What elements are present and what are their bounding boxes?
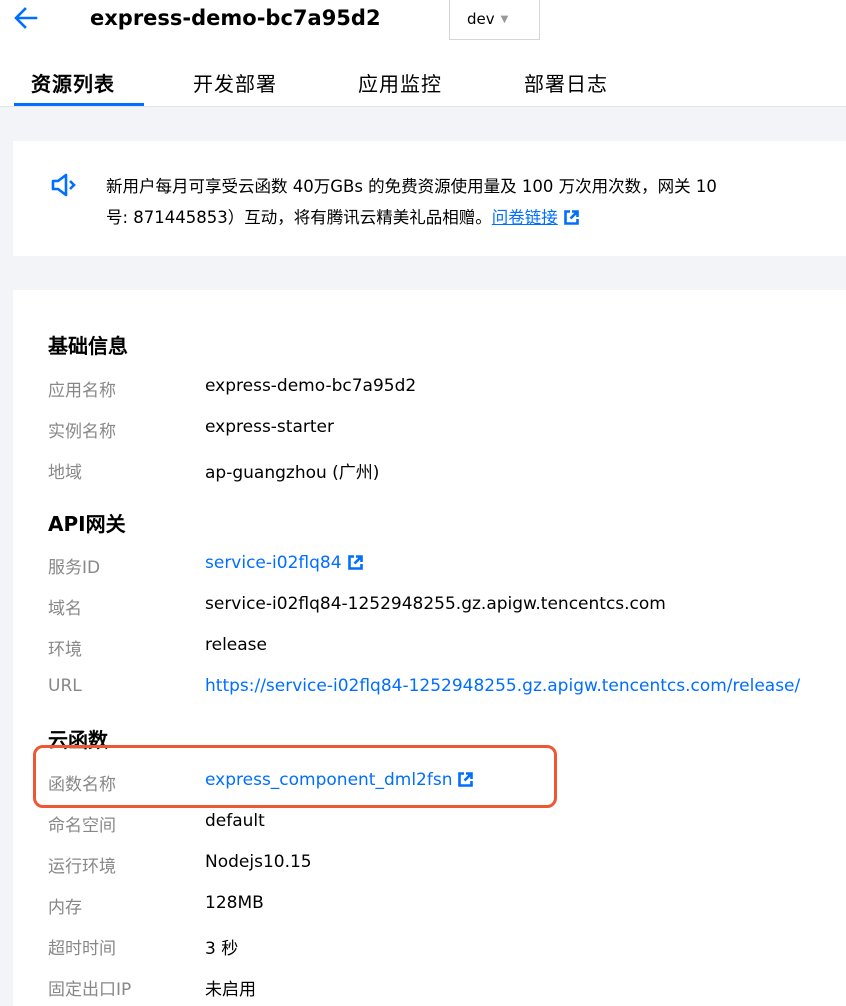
app-title: express-demo-bc7a95d2 bbox=[90, 6, 381, 30]
info-value: 3 秒 bbox=[205, 939, 239, 959]
info-key: 命名空间 bbox=[48, 816, 116, 836]
info-value: ap-guangzhou (广州) bbox=[205, 463, 380, 483]
info-key: 环境 bbox=[48, 640, 82, 660]
caret-down-icon: ▼ bbox=[500, 14, 509, 25]
service-id-link[interactable]: service-i02flq84 bbox=[205, 553, 363, 573]
env-value: dev bbox=[467, 10, 495, 28]
external-link-icon[interactable] bbox=[347, 555, 363, 570]
env-select[interactable]: dev ▼ bbox=[449, 0, 540, 40]
survey-link[interactable]: 问卷链接 bbox=[492, 208, 558, 227]
info-key: 域名 bbox=[48, 599, 82, 619]
info-key: 地域 bbox=[48, 463, 82, 483]
info-value: 128MB bbox=[205, 893, 264, 913]
notice-line-2-text: 号: 871445853）互动，将有腾讯云精美礼品相赠。 bbox=[106, 208, 492, 227]
tab-logs[interactable]: 部署日志 bbox=[524, 70, 608, 98]
info-key: 超时时间 bbox=[48, 939, 116, 959]
tab-monitor[interactable]: 应用监控 bbox=[358, 70, 442, 98]
info-key: 内存 bbox=[48, 898, 82, 918]
tab-deploy[interactable]: 开发部署 bbox=[193, 70, 277, 98]
section-api-title: API网关 bbox=[48, 512, 126, 536]
info-key: 固定出口IP bbox=[48, 980, 132, 1000]
info-value: service-i02flq84-1252948255.gz.apigw.ten… bbox=[205, 594, 666, 614]
api-url-link[interactable]: https://service-i02flq84-1252948255.gz.a… bbox=[205, 676, 800, 696]
top-bar: express-demo-bc7a95d2 dev ▼ 资源列表 开发部署 应用监… bbox=[0, 0, 846, 107]
arrow-left-icon[interactable] bbox=[10, 2, 42, 34]
info-key: 运行环境 bbox=[48, 857, 116, 877]
notice-banner: 新用户每月可享受云函数 40万GBs 的免费资源使用量及 100 万次用次数，网… bbox=[13, 141, 846, 256]
notice-line-2: 号: 871445853）互动，将有腾讯云精美礼品相赠。问卷链接 bbox=[106, 204, 579, 228]
info-key: 实例名称 bbox=[48, 422, 116, 442]
speaker-icon bbox=[50, 172, 76, 198]
section-basic-title: 基础信息 bbox=[48, 334, 128, 358]
service-id-text: service-i02flq84 bbox=[205, 553, 342, 573]
info-key: URL bbox=[48, 676, 82, 696]
info-value: Nodejs10.15 bbox=[205, 852, 312, 872]
tab-resources[interactable]: 资源列表 bbox=[31, 70, 115, 98]
tab-bar: 资源列表 开发部署 应用监控 部署日志 bbox=[0, 60, 846, 107]
info-value: 未启用 bbox=[205, 980, 256, 1000]
resource-card: 基础信息 应用名称 express-demo-bc7a95d2 实例名称 exp… bbox=[13, 290, 846, 1006]
highlight-box bbox=[33, 745, 557, 808]
info-value: default bbox=[205, 811, 265, 831]
notice-line-1: 新用户每月可享受云函数 40万GBs 的免费资源使用量及 100 万次用次数，网… bbox=[106, 177, 717, 196]
active-tab-indicator bbox=[14, 103, 144, 106]
info-value: express-demo-bc7a95d2 bbox=[205, 376, 417, 396]
external-link-icon[interactable] bbox=[563, 210, 579, 225]
info-key: 应用名称 bbox=[48, 381, 116, 401]
info-value: express-starter bbox=[205, 417, 334, 437]
info-value: release bbox=[205, 635, 267, 655]
info-key: 服务ID bbox=[48, 558, 101, 578]
